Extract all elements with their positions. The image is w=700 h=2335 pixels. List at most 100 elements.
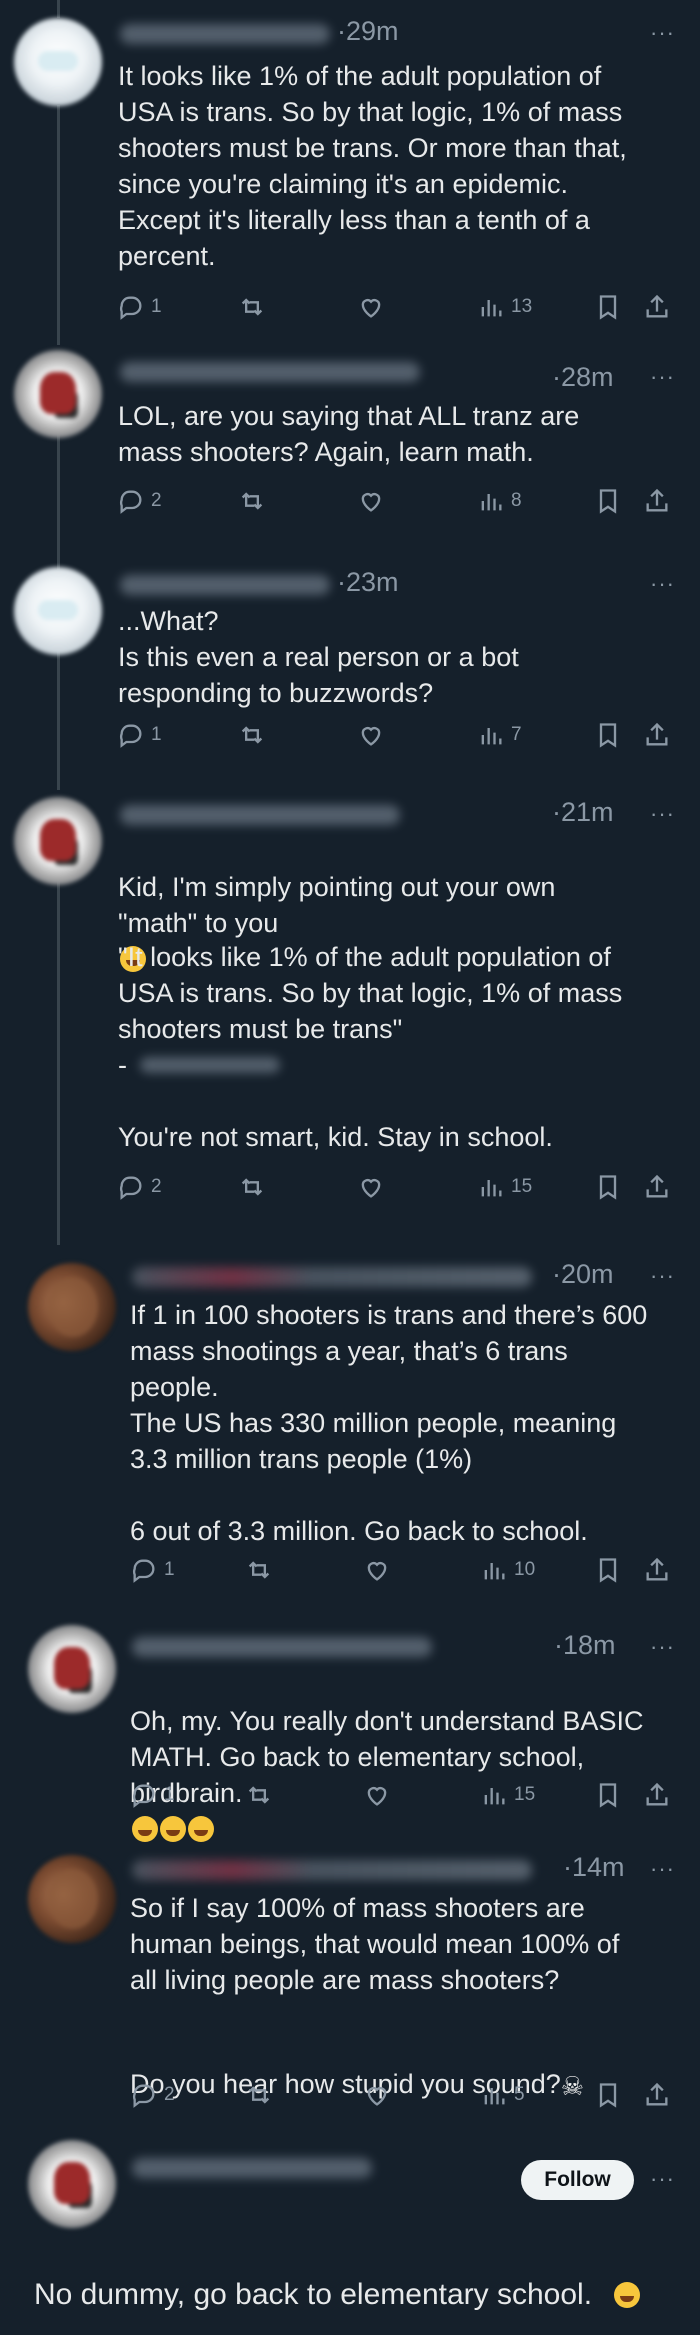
- tweet[interactable]: ·28m ··· LOL, are you saying that ALL tr…: [0, 340, 700, 560]
- reply-button[interactable]: 2: [117, 484, 162, 518]
- share-button[interactable]: [643, 2078, 671, 2112]
- retweet-icon: [241, 1178, 263, 1196]
- tweet-time[interactable]: ·20m: [552, 1259, 614, 1290]
- views-icon: [484, 2088, 505, 2105]
- reply-button[interactable]: 1: [117, 718, 162, 752]
- blurred-username[interactable]: [132, 2158, 372, 2178]
- reply-count: 1: [164, 1784, 175, 1805]
- blurred-username[interactable]: [120, 805, 400, 825]
- tweet-time[interactable]: ·29m: [337, 16, 399, 47]
- retweet-button[interactable]: [238, 290, 266, 324]
- rofl-emoji-icon: [160, 1816, 186, 1842]
- retweet-button[interactable]: [238, 718, 266, 752]
- like-button[interactable]: [357, 484, 385, 518]
- like-button[interactable]: [357, 290, 385, 324]
- blurred-username[interactable]: [120, 24, 330, 44]
- more-options-icon[interactable]: ···: [650, 20, 675, 46]
- avatar[interactable]: [28, 2140, 116, 2228]
- views-icon: [484, 1563, 505, 1580]
- blurred-username[interactable]: [120, 362, 420, 382]
- reply-button[interactable]: 1: [130, 1778, 175, 1812]
- tweet-time[interactable]: ·23m: [337, 567, 399, 598]
- retweet-button[interactable]: [245, 1778, 273, 1812]
- retweet-button[interactable]: [245, 1553, 273, 1587]
- more-options-icon[interactable]: ···: [650, 1634, 675, 1660]
- more-options-icon[interactable]: ···: [650, 801, 675, 827]
- tweet-time[interactable]: ·18m: [554, 1630, 616, 1661]
- reply-button[interactable]: 2: [130, 2078, 175, 2112]
- blurred-username[interactable]: [132, 1267, 532, 1287]
- like-button[interactable]: [363, 1553, 391, 1587]
- more-options-icon[interactable]: ···: [650, 1263, 675, 1289]
- views-button[interactable]: 15: [477, 1170, 532, 1204]
- follow-button[interactable]: Follow: [521, 2160, 634, 2200]
- reply-icon: [119, 724, 142, 748]
- tweet[interactable]: ·29m ··· It looks like 1% of the adult p…: [0, 0, 700, 340]
- heart-icon: [367, 2087, 387, 2106]
- views-button[interactable]: 5: [480, 2078, 525, 2112]
- reply-icon: [132, 2084, 155, 2108]
- share-icon: [646, 722, 668, 746]
- like-button[interactable]: [363, 1778, 391, 1812]
- share-button[interactable]: [643, 290, 671, 324]
- share-icon: [646, 1782, 668, 1806]
- bookmark-button[interactable]: [594, 1553, 622, 1587]
- tweet[interactable]: ·21m ··· Kid, I'm simply pointing out yo…: [0, 785, 700, 1225]
- views-button[interactable]: 8: [477, 484, 522, 518]
- like-button[interactable]: [357, 1170, 385, 1204]
- bookmark-button[interactable]: [594, 484, 622, 518]
- more-options-icon[interactable]: ···: [650, 1856, 675, 1882]
- like-button[interactable]: [363, 2078, 391, 2112]
- blurred-username[interactable]: [132, 1637, 432, 1657]
- views-button[interactable]: 15: [480, 1778, 535, 1812]
- bookmark-button[interactable]: [594, 290, 622, 324]
- bookmark-button[interactable]: [594, 2078, 622, 2112]
- bookmark-button[interactable]: [594, 1170, 622, 1204]
- share-button[interactable]: [643, 1778, 671, 1812]
- blurred-username[interactable]: [140, 1057, 280, 1073]
- more-options-icon[interactable]: ···: [650, 2166, 675, 2192]
- like-button[interactable]: [357, 718, 385, 752]
- avatar[interactable]: [28, 1263, 116, 1351]
- tweet-text: So if I say 100% of mass shooters are hu…: [130, 1893, 620, 1995]
- views-button[interactable]: 10: [480, 1553, 535, 1587]
- more-options-icon[interactable]: ···: [650, 571, 675, 597]
- avatar[interactable]: [14, 350, 102, 438]
- tweet[interactable]: ·18m ··· Oh, my. You really don't unders…: [0, 1615, 700, 1842]
- avatar[interactable]: [28, 1855, 116, 1943]
- views-icon: [481, 728, 502, 745]
- tweet-time[interactable]: ·21m: [552, 797, 614, 828]
- views-button[interactable]: 13: [477, 290, 532, 324]
- views-button[interactable]: 7: [477, 718, 522, 752]
- retweet-button[interactable]: [245, 2078, 273, 2112]
- avatar[interactable]: [14, 567, 102, 655]
- tweet[interactable]: ·14m ··· So if I say 100% of mass shoote…: [0, 1840, 700, 2130]
- bookmark-button[interactable]: [594, 718, 622, 752]
- avatar[interactable]: [14, 797, 102, 885]
- avatar[interactable]: [28, 1625, 116, 1713]
- retweet-icon: [248, 2086, 270, 2104]
- tweet[interactable]: ·23m ··· ...What? Is this even a real pe…: [0, 555, 700, 790]
- retweet-button[interactable]: [238, 484, 266, 518]
- bookmark-icon: [599, 295, 617, 320]
- retweet-button[interactable]: [238, 1170, 266, 1204]
- retweet-icon: [241, 726, 263, 744]
- blurred-username[interactable]: [132, 1860, 532, 1880]
- tweet-time[interactable]: ·28m: [552, 362, 614, 393]
- share-button[interactable]: [643, 718, 671, 752]
- bookmark-button[interactable]: [594, 1778, 622, 1812]
- avatar[interactable]: [14, 18, 102, 106]
- tweet[interactable]: ·20m ··· If 1 in 100 shooters is trans a…: [0, 1235, 700, 1605]
- share-button[interactable]: [643, 1553, 671, 1587]
- tweet-time[interactable]: ·14m: [563, 1852, 625, 1883]
- heart-icon: [361, 727, 381, 746]
- reply-button[interactable]: 2: [117, 1170, 162, 1204]
- share-button[interactable]: [643, 484, 671, 518]
- blurred-username[interactable]: [120, 575, 330, 595]
- tweet-actions: 1 15: [0, 1778, 700, 1812]
- reply-button[interactable]: 1: [130, 1553, 175, 1587]
- share-button[interactable]: [643, 1170, 671, 1204]
- reply-button[interactable]: 1: [117, 290, 162, 324]
- more-options-icon[interactable]: ···: [650, 364, 675, 390]
- tweet-actions: 2 15: [0, 1170, 700, 1204]
